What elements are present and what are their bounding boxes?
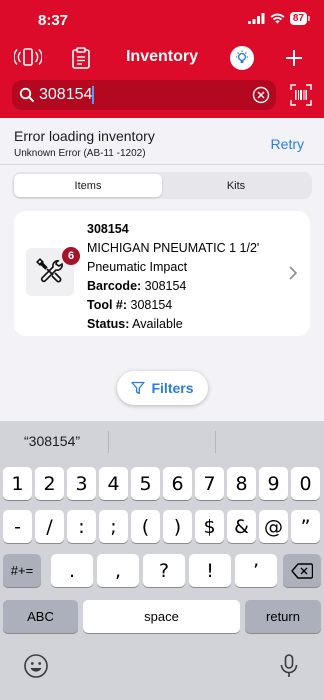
suggestion-divider: [215, 431, 216, 453]
nav-bar: Inventory: [0, 38, 324, 76]
search-bar[interactable]: 308154: [12, 80, 276, 110]
keyboard-suggestions: “308154”: [0, 421, 324, 461]
error-title: Error loading inventory: [14, 128, 155, 144]
bulb-badge: [230, 46, 254, 70]
key-question[interactable]: ?: [143, 554, 185, 587]
barcode-value: 308154: [144, 279, 187, 293]
retry-button[interactable]: Retry: [271, 136, 304, 152]
item-tool-row: Tool #: 308154: [87, 296, 267, 315]
item-status-row: Status: Available: [87, 315, 267, 334]
key-colon[interactable]: :: [67, 510, 96, 543]
tool-label: Tool #:: [87, 298, 128, 312]
key-5[interactable]: 5: [131, 467, 160, 500]
key-6[interactable]: 6: [163, 467, 192, 500]
battery-indicator: 87: [289, 12, 310, 25]
page-title: Inventory: [125, 48, 198, 65]
divider: [0, 164, 324, 165]
suggestion-divider: [108, 431, 109, 453]
return-key[interactable]: return: [245, 600, 321, 633]
tab-items[interactable]: Items: [14, 174, 162, 197]
key-9[interactable]: 9: [259, 467, 288, 500]
abc-key[interactable]: ABC: [3, 600, 78, 633]
item-id: 308154: [87, 222, 129, 236]
key-apostrophe[interactable]: ’: [235, 554, 277, 587]
key-ampersand[interactable]: &: [227, 510, 256, 543]
tools-icon: [36, 258, 63, 283]
key-7[interactable]: 7: [195, 467, 224, 500]
barcode-label: Barcode:: [87, 279, 142, 293]
item-name: MICHIGAN PNEUMATIC 1 1/2' Pneumatic Impa…: [87, 241, 260, 274]
filters-button[interactable]: Filters: [117, 371, 208, 405]
filters-label: Filters: [151, 380, 194, 396]
key-at[interactable]: @: [259, 510, 288, 543]
item-count-badge: 6: [61, 246, 81, 266]
status-icons: 87: [247, 12, 310, 25]
error-banner: Error loading inventory Unknown Error (A…: [0, 118, 324, 164]
search-input[interactable]: 308154: [39, 85, 239, 104]
inventory-item-card[interactable]: 6 308154 MICHIGAN PNEUMATIC 1 1/2' Pneum…: [14, 211, 310, 336]
key-open-paren[interactable]: (: [131, 510, 160, 543]
status-label: Status:: [87, 317, 130, 331]
key-hyphen[interactable]: -: [3, 510, 32, 543]
key-exclamation[interactable]: !: [189, 554, 231, 587]
tips-button[interactable]: [228, 44, 256, 72]
tab-kits[interactable]: Kits: [162, 174, 310, 197]
key-4[interactable]: 4: [99, 467, 128, 500]
backspace-icon: [291, 562, 313, 579]
search-value: 308154: [39, 86, 93, 104]
item-details: 308154 MICHIGAN PNEUMATIC 1 1/2' Pneumat…: [87, 220, 267, 334]
key-1[interactable]: 1: [3, 467, 32, 500]
signal-icon: [247, 13, 265, 24]
app-header: 8:37 87 Inventory 308154: [0, 0, 324, 118]
microphone-icon[interactable]: [276, 653, 302, 679]
delete-key[interactable]: [283, 554, 321, 587]
key-quote[interactable]: ”: [291, 510, 320, 543]
key-more-symbols[interactable]: #+=: [3, 554, 41, 587]
tool-value: 308154: [130, 298, 173, 312]
filter-icon: [131, 381, 146, 395]
suggestion-item[interactable]: “308154”: [24, 433, 80, 449]
error-detail: Unknown Error (AB-11 -1202): [14, 148, 146, 159]
key-3[interactable]: 3: [67, 467, 96, 500]
add-button[interactable]: [280, 44, 308, 72]
item-barcode-row: Barcode: 308154: [87, 277, 267, 296]
status-value: Available: [132, 317, 183, 331]
key-8[interactable]: 8: [227, 467, 256, 500]
barcode-scan-icon: [290, 84, 312, 106]
status-time: 8:37: [38, 12, 69, 29]
key-period[interactable]: .: [51, 554, 93, 587]
wifi-icon: [270, 13, 285, 24]
emoji-icon[interactable]: [23, 653, 49, 679]
lightbulb-icon: [236, 50, 248, 63]
status-bar: 8:37 87: [0, 0, 324, 36]
key-semicolon[interactable]: ;: [99, 510, 128, 543]
barcode-scan-button[interactable]: [288, 80, 314, 110]
on-screen-keyboard: “308154” 1 2 3 4 5 6 7 8 9 0 - / : ; ( )…: [0, 421, 324, 700]
key-2[interactable]: 2: [35, 467, 64, 500]
chevron-right-icon: [289, 266, 298, 280]
key-close-paren[interactable]: ): [163, 510, 192, 543]
plus-icon: [286, 50, 302, 66]
space-key[interactable]: space: [83, 600, 240, 633]
search-icon: [19, 87, 35, 103]
text-caret: [92, 85, 95, 104]
key-slash[interactable]: /: [35, 510, 64, 543]
clear-search-icon[interactable]: [252, 86, 270, 104]
items-kits-segmented-control: Items Kits: [12, 172, 312, 199]
key-dollar[interactable]: $: [195, 510, 224, 543]
key-comma[interactable]: ,: [97, 554, 139, 587]
key-0[interactable]: 0: [291, 467, 320, 500]
battery-nub: [308, 16, 310, 21]
battery-level: 87: [289, 12, 307, 25]
